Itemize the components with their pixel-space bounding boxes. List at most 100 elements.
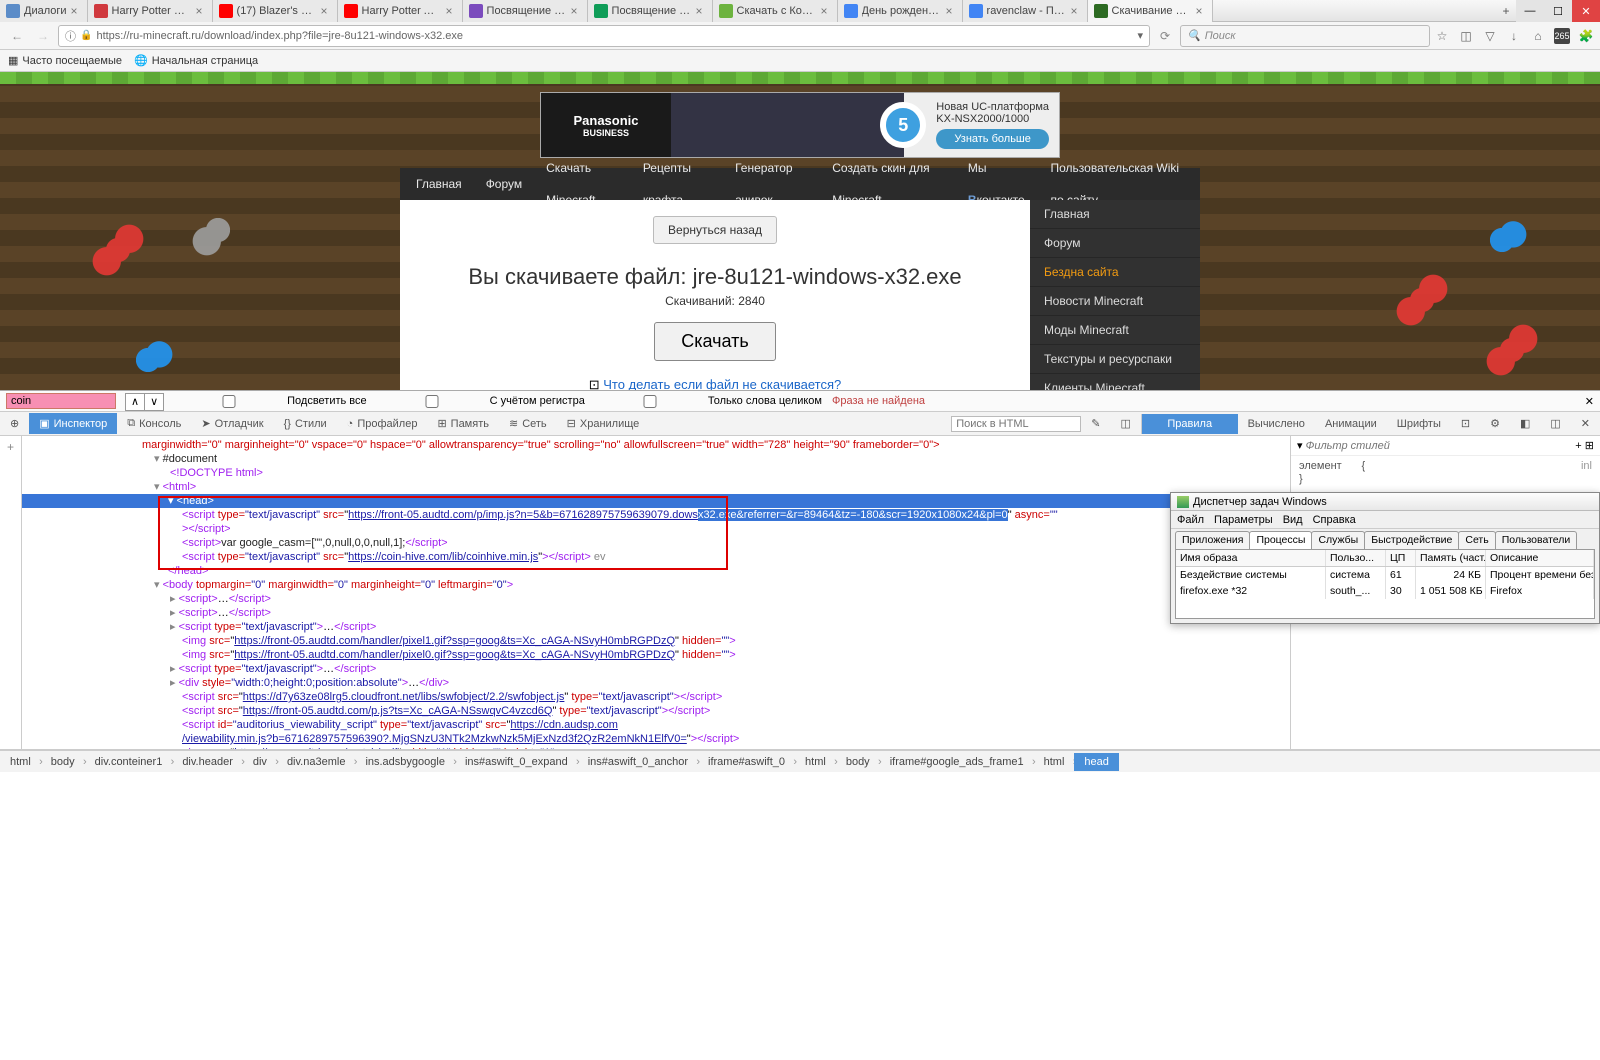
taskmgr-col[interactable]: Пользо... xyxy=(1326,550,1386,566)
bookmark-startpage[interactable]: 🌐Начальная страница xyxy=(134,54,258,67)
reload-button[interactable]: ⟳ xyxy=(1154,25,1176,47)
search-next[interactable]: ∨ xyxy=(144,393,164,411)
back-button[interactable]: ← xyxy=(6,25,28,47)
breadcrumb-item[interactable]: div.header xyxy=(172,753,243,771)
pocket-icon[interactable]: ◫ xyxy=(1458,28,1474,44)
code-line[interactable]: <script type="text/javascript" src="http… xyxy=(22,508,1290,522)
close-button[interactable]: ✕ xyxy=(1572,0,1600,22)
code-line[interactable]: <!DOCTYPE html> xyxy=(22,466,1290,480)
breadcrumb-item[interactable]: html xyxy=(1034,753,1075,771)
url-bar[interactable]: ⓘ 🔒 https://ru-minecraft.ru/download/ind… xyxy=(58,25,1150,47)
breadcrumb-item[interactable]: body xyxy=(41,753,85,771)
code-line[interactable]: ▸ <script>…</script> xyxy=(22,592,1290,606)
code-line[interactable]: ▾ #document xyxy=(22,452,1290,466)
sidebar-item[interactable]: Главная xyxy=(1030,200,1200,229)
code-line[interactable]: <img src="https://front-05.audtd.com/han… xyxy=(22,648,1290,662)
close-tab[interactable]: × xyxy=(946,4,956,18)
adblock-badge[interactable]: 265 xyxy=(1554,28,1570,44)
tab-styles[interactable]: {} Стили xyxy=(274,414,337,434)
forward-button[interactable]: → xyxy=(32,25,54,47)
search-html-input[interactable] xyxy=(951,416,1081,432)
close-tab[interactable]: × xyxy=(321,4,331,18)
code-line[interactable]: <img src="https://sync.audtd.com/match/s… xyxy=(22,746,1290,749)
browser-tab[interactable]: (17) Blazer's Bash Flas× xyxy=(213,0,338,22)
taskmgr-row[interactable]: firefox.exe *32south_...301 051 508 КБFi… xyxy=(1176,583,1594,599)
highlight-all[interactable]: Подсветить все xyxy=(174,395,367,408)
breadcrumb-item[interactable]: head xyxy=(1074,753,1118,771)
code-line[interactable]: ▸ <div style="width:0;height:0;position:… xyxy=(22,676,1290,690)
breadcrumb-item[interactable]: html xyxy=(0,753,41,771)
add-rule[interactable]: + ⊞ xyxy=(1575,439,1594,452)
sidebar-item[interactable]: Клиенты Minecraft xyxy=(1030,374,1200,390)
close-tab[interactable]: × xyxy=(696,4,706,18)
code-line[interactable]: ▸ <script type="text/javascript">…</scri… xyxy=(22,662,1290,676)
close-tab[interactable]: × xyxy=(196,4,206,18)
taskmgr-tab[interactable]: Приложения xyxy=(1175,531,1250,549)
taskmgr-col[interactable]: Имя образа xyxy=(1176,550,1326,566)
breadcrumb-item[interactable]: iframe#aswift_0 xyxy=(698,753,795,771)
tab-storage[interactable]: ⊟ Хранилище xyxy=(557,413,650,434)
tab-fonts[interactable]: Шрифты xyxy=(1387,414,1451,434)
browser-tab[interactable]: Скачать с Контакта,× xyxy=(713,0,838,22)
close-tab[interactable]: × xyxy=(571,4,581,18)
tab-rules[interactable]: Правила xyxy=(1142,414,1238,434)
code-line[interactable]: <script src="https://d7y63ze08lrg5.cloud… xyxy=(22,690,1290,704)
banner-cta-button[interactable]: Узнать больше xyxy=(936,129,1049,149)
code-line[interactable]: ▾ <head> xyxy=(22,494,1290,508)
tab-inspector[interactable]: ▣ Инспектор xyxy=(29,413,117,434)
browser-tab[interactable]: Диалоги× xyxy=(0,0,88,22)
code-line[interactable]: ▾ <body topmargin="0" marginwidth="0" ma… xyxy=(22,578,1290,592)
devtools-frame-icon[interactable]: ⊡ xyxy=(1451,413,1480,434)
nav-item[interactable]: Главная xyxy=(404,168,474,200)
sidebar-item[interactable]: Текстуры и ресурспаки xyxy=(1030,345,1200,374)
devtools-dock[interactable]: ◧ xyxy=(1510,413,1540,434)
taskmgr-tab[interactable]: Процессы xyxy=(1249,531,1312,549)
new-tab-button[interactable]: + xyxy=(1496,0,1516,21)
search-close[interactable]: ✕ xyxy=(1585,395,1594,408)
browser-tab[interactable]: Посвящение (Ответ× xyxy=(588,0,713,22)
html-tree[interactable]: marginwidth="0" marginheight="0" vspace=… xyxy=(22,436,1290,749)
close-tab[interactable]: × xyxy=(71,4,81,18)
code-line[interactable]: <script>var google_casm=["",0,null,0,0,n… xyxy=(22,536,1290,550)
dropdown-icon[interactable]: ▾ xyxy=(1137,29,1143,42)
code-line[interactable]: marginwidth="0" marginheight="0" vspace=… xyxy=(22,438,1290,452)
help-link[interactable]: Что делать если файл не скачивается? xyxy=(603,377,841,390)
sidebar-item[interactable]: Форум xyxy=(1030,229,1200,258)
download-icon[interactable]: ↓ xyxy=(1506,28,1522,44)
sidebar-item[interactable]: Бездна сайта xyxy=(1030,258,1200,287)
bookmark-frequent[interactable]: ▦Часто посещаемые xyxy=(8,54,122,67)
match-case[interactable]: С учётом регистра xyxy=(377,395,585,408)
code-line[interactable]: <script id="auditorius_viewability_scrip… xyxy=(22,718,1290,732)
breadcrumb-item[interactable]: iframe#google_ads_frame1 xyxy=(880,753,1034,771)
taskmgr-menu-item[interactable]: Вид xyxy=(1283,514,1303,526)
search-prev[interactable]: ∧ xyxy=(125,393,145,411)
taskmgr-menu-item[interactable]: Справка xyxy=(1313,514,1356,526)
close-tab[interactable]: × xyxy=(446,4,456,18)
browser-tab[interactable]: Harry Potter And The× xyxy=(338,0,463,22)
add-node[interactable]: + xyxy=(7,440,14,454)
devtools-popout[interactable]: ◫ xyxy=(1540,413,1570,434)
taskmgr-col[interactable]: Память (част... xyxy=(1416,550,1486,566)
browser-tab[interactable]: Скачивание файла× xyxy=(1088,0,1213,22)
shield-icon[interactable]: ▽ xyxy=(1482,28,1498,44)
search-box[interactable]: 🔍 Поиск xyxy=(1180,25,1430,47)
home-icon[interactable]: ⌂ xyxy=(1530,28,1546,44)
devtools-settings[interactable]: ⚙ xyxy=(1480,413,1510,434)
code-line[interactable]: ></script> xyxy=(22,522,1290,536)
tab-memory[interactable]: ⊞ Память xyxy=(427,413,499,434)
breadcrumb-item[interactable]: div xyxy=(243,753,277,771)
puzzle-icon[interactable]: 🧩 xyxy=(1578,28,1594,44)
breadcrumb-item[interactable]: div.na3emle xyxy=(277,753,356,771)
taskmgr-tab[interactable]: Быстродействие xyxy=(1364,531,1459,549)
code-line[interactable]: </head> xyxy=(22,564,1290,578)
ad-banner[interactable]: PanasonicBUSINESS 5 Новая UC-платформа K… xyxy=(540,92,1060,158)
breadcrumb-item[interactable]: div.conteiner1 xyxy=(85,753,173,771)
download-button[interactable]: Скачать xyxy=(654,322,776,361)
browser-tab[interactable]: Посвящение - Goog× xyxy=(463,0,588,22)
devtools-search-input[interactable] xyxy=(6,393,116,409)
whole-words[interactable]: Только слова целиком xyxy=(595,395,822,408)
taskmgr-tab[interactable]: Службы xyxy=(1311,531,1365,549)
breadcrumb-item[interactable]: body xyxy=(836,753,880,771)
taskmgr-tab[interactable]: Сеть xyxy=(1458,531,1495,549)
browser-tab[interactable]: День рождения в Ш× xyxy=(838,0,963,22)
